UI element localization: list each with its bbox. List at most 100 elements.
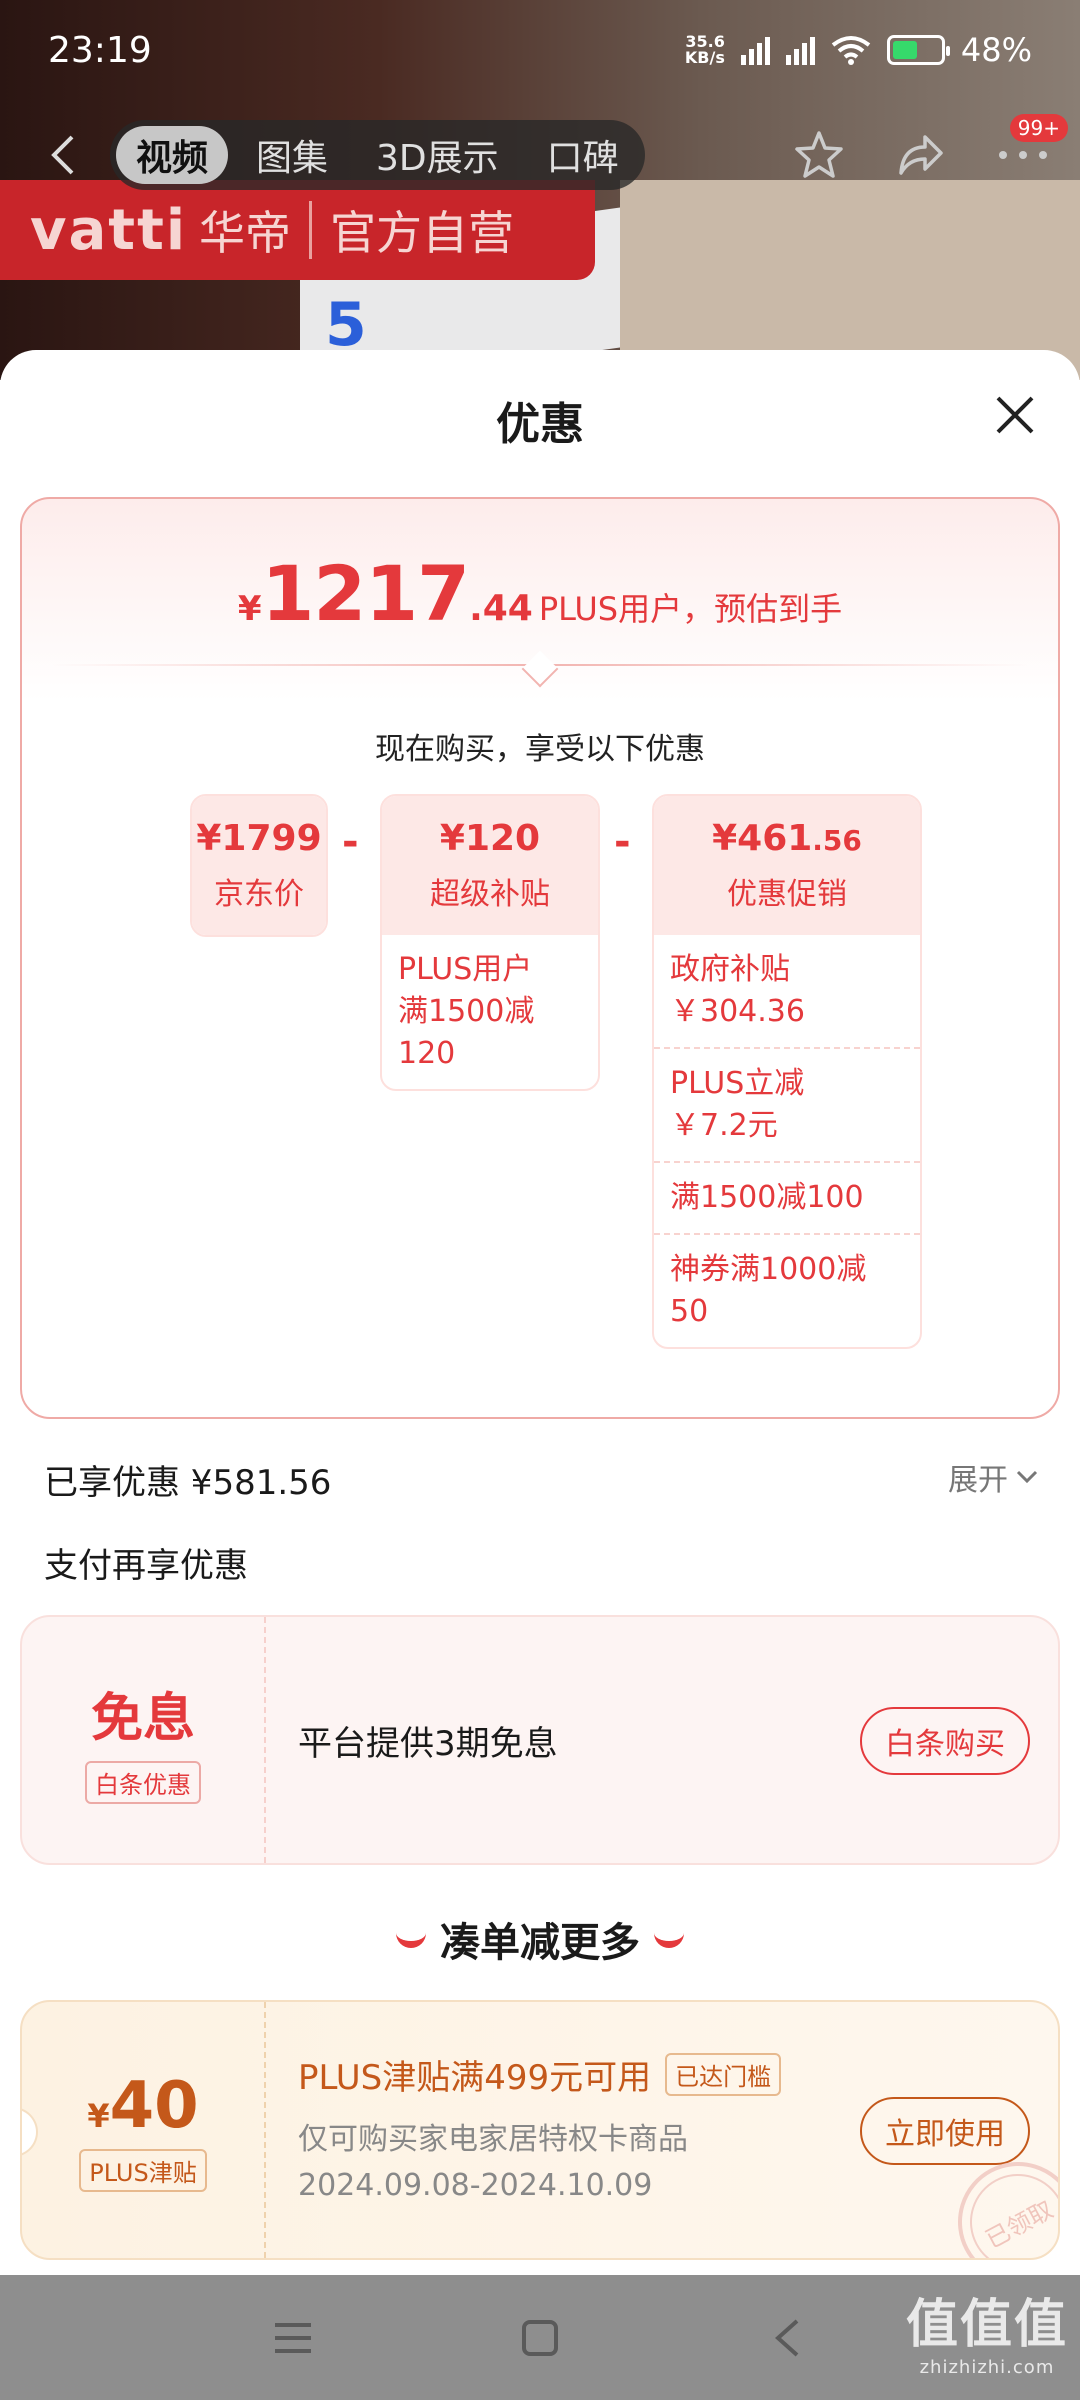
super-subsidy-box: ¥120 超级补贴 PLUS用户 满1500减120 xyxy=(380,794,600,1091)
home-button[interactable] xyxy=(510,2308,570,2368)
coupon-state-badge: 已达门槛 xyxy=(665,2053,782,2096)
battery-icon xyxy=(886,35,950,65)
interest-free-left: 免息 白条优惠 xyxy=(22,1617,266,1863)
promo-item: 政府补贴 ￥304.36 xyxy=(670,952,805,1029)
brand-banner: vatti 华帝 官方自营 xyxy=(0,180,595,280)
coupon-left: ¥40 PLUS津贴 xyxy=(22,2002,266,2258)
more-discount-title: 凑单减更多 xyxy=(0,1910,1080,1968)
coupon-tag: PLUS津贴 xyxy=(79,2148,207,2192)
home-square-icon xyxy=(521,2319,558,2356)
tab-3d[interactable]: 3D展示 xyxy=(356,126,519,184)
buy-note: 现在购买，享受以下优惠 xyxy=(375,732,705,767)
close-icon xyxy=(996,396,1034,434)
expand-label: 展开 xyxy=(948,1463,1008,1498)
close-button[interactable] xyxy=(990,390,1040,440)
brand-logo-en: vatti xyxy=(30,197,188,263)
menu-icon xyxy=(275,2322,312,2353)
minus-sign: - xyxy=(342,819,359,865)
expand-button[interactable]: 展开 xyxy=(948,1455,1038,1499)
watermark-logo: 值值值 xyxy=(905,2295,1068,2355)
back-triangle-icon xyxy=(774,2319,798,2356)
est-currency: ¥ xyxy=(237,589,262,629)
share-button[interactable] xyxy=(894,128,948,182)
promo-label: 优惠促销 xyxy=(727,877,847,912)
coupon-date: 2024.09.08-2024.10.09 xyxy=(298,2168,653,2203)
system-back-button[interactable] xyxy=(757,2308,817,2368)
watermark-url: zhizhizhi.com xyxy=(919,2357,1055,2378)
coupon-title: PLUS津贴满499元可用 已达门槛 xyxy=(298,2050,782,2099)
coupon-subtitle: 仅可购买家电家居特权卡商品 xyxy=(298,2122,688,2157)
tab-video[interactable]: 视频 xyxy=(116,126,229,184)
divider-notch xyxy=(521,650,559,688)
signal-icon xyxy=(740,35,770,65)
jd-price-box: ¥1799 京东价 xyxy=(190,794,328,937)
watermark: 值值值 zhizhizhi.com xyxy=(906,2282,1068,2378)
estimated-price: ¥1217.44 PLUS用户，预估到手 xyxy=(22,549,1058,638)
promo-amount-dec: .56 xyxy=(812,824,862,857)
interest-free-card: 免息 白条优惠 平台提供3期免息 白条购买 xyxy=(20,1615,1060,1865)
discount-sheet: 优惠 ¥1217.44 PLUS用户，预估到手 现在购买，享受以下优惠 ¥1799… xyxy=(0,350,1080,2280)
promo-amount-int: ¥461 xyxy=(712,818,813,859)
promo-item: PLUS立减 ￥7.2元 xyxy=(654,1047,920,1161)
super-subsidy-amount: ¥120 xyxy=(439,818,541,859)
share-icon xyxy=(899,135,943,175)
tab-gallery[interactable]: 图集 xyxy=(236,126,348,184)
super-subsidy-head: ¥120 超级补贴 xyxy=(382,796,598,935)
jd-price-head: ¥1799 京东价 xyxy=(192,796,326,935)
plus-coupon-card: ¥40 PLUS津贴 PLUS津贴满499元可用 已达门槛 仅可购买家电家居特权… xyxy=(20,2000,1060,2260)
brand-logo-cn: 华帝 xyxy=(199,206,292,260)
coupon-amount: ¥40 xyxy=(87,2069,198,2143)
use-now-button[interactable]: 立即使用 xyxy=(860,2097,1030,2165)
brand-tag: 官方自营 xyxy=(330,206,515,260)
est-integer: 1217 xyxy=(261,549,471,638)
est-desc: PLUS用户，预估到手 xyxy=(538,590,843,628)
enjoyed-discount: 已享优惠 ¥581.56 xyxy=(44,1463,332,1503)
sheet-title: 优惠 xyxy=(496,399,584,450)
promo-head: ¥461.56 优惠促销 xyxy=(654,796,920,935)
signal-icon-2 xyxy=(785,35,815,65)
status-time: 23:19 xyxy=(48,29,152,71)
promo-box: ¥461.56 优惠促销 政府补贴 ￥304.36 PLUS立减 ￥7.2元 满… xyxy=(652,794,922,1349)
brand-separator xyxy=(309,201,313,259)
jd-price-amount: ¥1799 xyxy=(196,818,322,859)
minus-sign: - xyxy=(614,819,631,865)
product-nav-bar: 视频 图集 3D展示 口碑 99+ xyxy=(0,114,1080,195)
more-dots-icon xyxy=(999,151,1047,159)
nav-actions: 99+ xyxy=(792,114,1068,195)
product-photo-mark: 5 xyxy=(325,290,367,360)
super-subsidy-label: 超级补贴 xyxy=(430,877,550,912)
price-summary-card: ¥1217.44 PLUS用户，预估到手 现在购买，享受以下优惠 ¥1799 京东… xyxy=(20,497,1060,1419)
jd-price-label: 京东价 xyxy=(214,877,304,912)
back-arrow-icon xyxy=(51,135,74,175)
net-speed: 35.6 KB/s xyxy=(685,34,725,66)
smile-icon xyxy=(396,1930,426,1948)
promo-item: 满1500减100 xyxy=(654,1161,920,1233)
coupon-currency: ¥ xyxy=(87,2096,110,2135)
coupon-title-text: PLUS津贴满499元可用 xyxy=(298,2058,652,2098)
battery-percent: 48% xyxy=(960,31,1032,69)
tab-reviews[interactable]: 口碑 xyxy=(527,126,639,184)
chevron-down-icon xyxy=(1016,1470,1038,1484)
coupon-value: 40 xyxy=(109,2068,199,2143)
status-icons: 35.6 KB/s 48% xyxy=(685,31,1032,69)
smile-icon xyxy=(654,1930,684,1948)
more-title-text: 凑单减更多 xyxy=(440,1920,640,1966)
favorite-button[interactable] xyxy=(792,128,846,182)
est-decimal: .44 xyxy=(469,588,533,629)
message-badge: 99+ xyxy=(1009,114,1068,142)
net-speed-unit: KB/s xyxy=(684,48,725,67)
baitiao-tag: 白条优惠 xyxy=(85,1761,201,1804)
star-icon xyxy=(795,131,843,178)
promo-amount: ¥461.56 xyxy=(654,796,920,859)
back-button[interactable] xyxy=(38,130,88,180)
pay-section-title: 支付再享优惠 xyxy=(44,1546,248,1586)
status-bar: 23:19 35.6 KB/s 48% xyxy=(0,0,1080,100)
interest-free-desc: 平台提供3期免息 xyxy=(298,1723,558,1764)
subsidy-item: PLUS用户 满1500减120 xyxy=(398,952,535,1071)
wifi-icon xyxy=(831,36,871,65)
stamp-text: 已领取 xyxy=(980,2194,1058,2254)
baitiao-buy-button[interactable]: 白条购买 xyxy=(860,1707,1030,1775)
media-tabs: 视频 图集 3D展示 口碑 xyxy=(110,120,645,190)
more-button[interactable]: 99+ xyxy=(996,114,1068,182)
recents-button[interactable] xyxy=(263,2308,323,2368)
